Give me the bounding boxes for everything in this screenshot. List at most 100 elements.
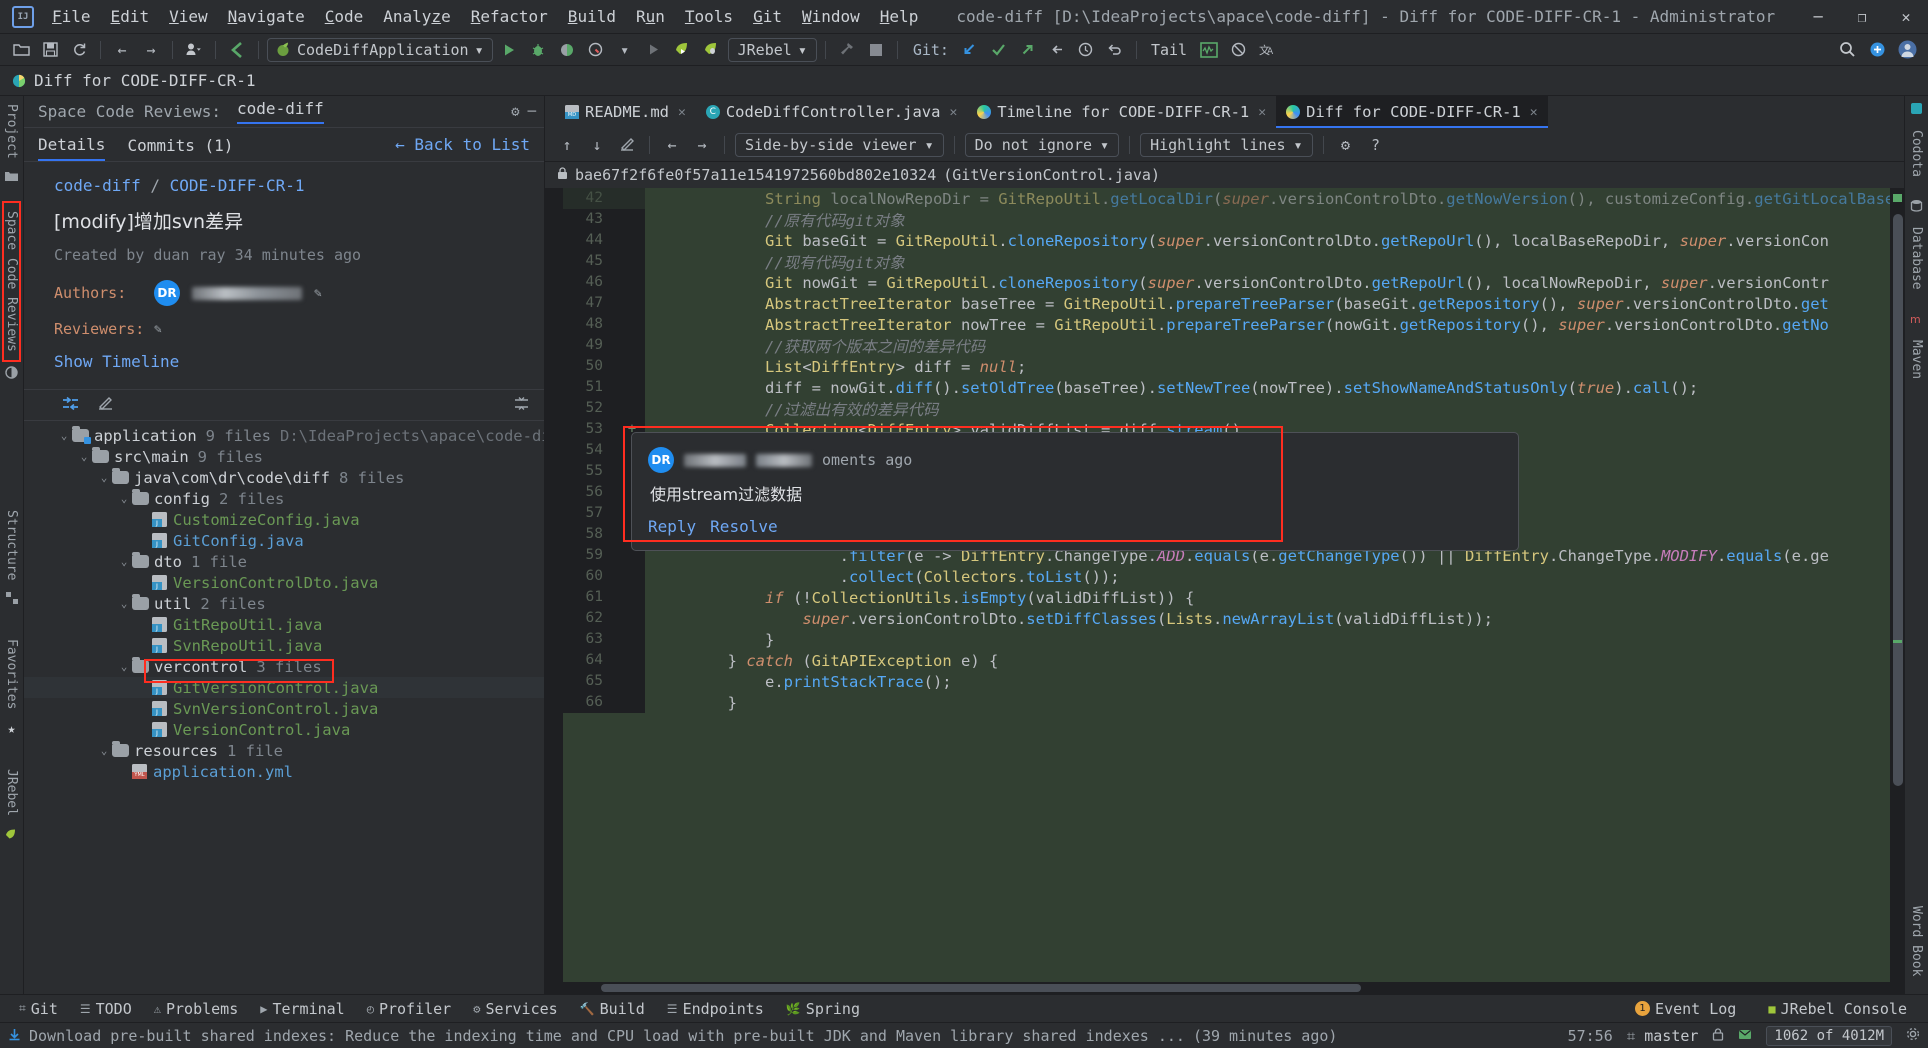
ban-icon[interactable] (1225, 38, 1251, 62)
maximize-button[interactable]: ❐ (1840, 0, 1884, 34)
status-message[interactable]: Download pre-built shared indexes: Reduc… (29, 1027, 1185, 1045)
memory-indicator[interactable]: 1062 of 4012M (1766, 1025, 1892, 1046)
gear-icon[interactable]: ⚙ (511, 104, 519, 120)
breadcrumb-project[interactable]: code-diff (54, 176, 141, 195)
menu-run[interactable]: Run (626, 3, 675, 30)
sidebar-item-favorites[interactable]: Favorites (4, 631, 19, 717)
edit-source-icon[interactable] (615, 134, 639, 156)
tool-window-problems[interactable]: ⚠ Problems (143, 997, 249, 1021)
tree-file-row[interactable]: CustomizeConfig.java (24, 509, 544, 530)
code-line[interactable]: 62 super.versionControlDto.setDiffClasse… (563, 608, 1904, 629)
tab-diff[interactable]: Diff for CODE-DIFF-CR-1 ✕ (1276, 96, 1549, 128)
tool-window-spring[interactable]: 🌿 Spring (775, 997, 871, 1021)
tool-window-build[interactable]: 🔨 Build (569, 997, 656, 1021)
tree-folder-row[interactable]: ⌄ src\main 9 files (24, 446, 544, 467)
code-line[interactable]: 48 AbstractTreeIterator nowTree = GitRep… (563, 314, 1904, 335)
help-icon[interactable]: ? (1364, 134, 1388, 156)
reply-link[interactable]: Reply (648, 517, 696, 536)
run-icon[interactable] (496, 38, 522, 62)
tab-details[interactable]: Details (38, 129, 106, 161)
chevron-down-icon[interactable]: ⌄ (116, 660, 132, 673)
sidebar-item-word-book[interactable]: Word Book (1909, 898, 1924, 984)
close-tab-icon[interactable]: ✕ (678, 105, 686, 120)
add-icon[interactable] (1864, 38, 1890, 62)
sidebar-item-codota[interactable]: Codota (1909, 122, 1924, 185)
tree-file-row[interactable]: VersionControlDto.java (24, 572, 544, 593)
debug-icon[interactable] (525, 38, 551, 62)
tree-folder-row[interactable]: ⌄ dto 1 file (24, 551, 544, 572)
code-line[interactable]: 51 diff = nowGit.diff().setOldTree(baseT… (563, 377, 1904, 398)
tree-folder-row[interactable]: ⌄ application 9 files D:\IdeaProjects\apace… (24, 425, 544, 446)
tree-file-row[interactable]: GitRepoUtil.java (24, 614, 544, 635)
chevron-down-icon[interactable]: ⌄ (96, 471, 112, 484)
close-button[interactable]: ✕ (1884, 0, 1928, 34)
code-pane[interactable]: 42 String localNowRepoDir = GitRepoUtil.… (563, 188, 1904, 982)
code-line[interactable]: 44 Git baseGit = GitRepoUtil.cloneReposi… (563, 230, 1904, 251)
code-line[interactable]: 60 .collect(Collectors.toList()); (563, 566, 1904, 587)
sidebar-item-structure[interactable]: Structure (4, 502, 19, 588)
code-line[interactable]: 50 List<DiffEntry> diff = null; (563, 356, 1904, 377)
git-rollback-icon[interactable] (1102, 38, 1128, 62)
expand-collapse-icon[interactable] (513, 396, 530, 415)
git-branch-icon[interactable] (1044, 38, 1070, 62)
run-configuration-selector[interactable]: CodeDiffApplication ▾ (267, 37, 493, 62)
git-history-icon[interactable] (1073, 38, 1099, 62)
tool-window-services[interactable]: ⚙ Services (462, 997, 568, 1021)
tool-window-event-log[interactable]: 1 Event Log (1624, 997, 1747, 1021)
open-project-icon[interactable] (8, 38, 34, 62)
menu-help[interactable]: Help (870, 3, 929, 30)
sidebar-item-jrebel[interactable]: JRebel (4, 761, 19, 824)
forward-icon[interactable]: → (138, 38, 164, 62)
collapse-all-icon[interactable] (62, 396, 79, 415)
show-timeline-link[interactable]: Show Timeline (54, 352, 528, 371)
code-line[interactable]: 64 } catch (GitAPIException e) { (563, 650, 1904, 671)
menu-code[interactable]: Code (315, 3, 374, 30)
code-line[interactable]: 61 if (!CollectionUtils.isEmpty(validDif… (563, 587, 1904, 608)
chevron-down-icon[interactable]: ⌄ (76, 450, 92, 463)
apply-right-icon[interactable]: → (690, 134, 714, 156)
sidebar-item-space-code-reviews[interactable]: Space Code Reviews (2, 200, 21, 362)
menu-window[interactable]: Window (792, 3, 870, 30)
save-all-icon[interactable] (37, 38, 63, 62)
highlight-mode-select[interactable]: Highlight lines ▾ (1140, 132, 1313, 157)
minimize-panel-icon[interactable]: ─ (528, 104, 536, 120)
bookmark-icon[interactable] (224, 38, 250, 62)
code-line[interactable]: 45 //现有代码git对象 (563, 251, 1904, 272)
close-tab-icon[interactable]: ✕ (1258, 105, 1266, 120)
minimize-button[interactable]: ─ (1796, 0, 1840, 34)
jrebel-selector[interactable]: JRebel ▾ (727, 37, 817, 62)
menu-refactor[interactable]: Refactor (461, 3, 558, 30)
tool-window-endpoints[interactable]: ☰ Endpoints (656, 997, 775, 1021)
next-difference-icon[interactable]: ↓ (585, 134, 609, 156)
chevron-down-icon[interactable]: ⌄ (116, 597, 132, 610)
profiler-icon[interactable] (583, 38, 609, 62)
viewer-mode-select[interactable]: Side-by-side viewer ▾ (735, 132, 944, 157)
tab-commits[interactable]: Commits (1) (127, 130, 233, 160)
diff-code-view[interactable]: 42 String localNowRepoDir = GitRepoUtil.… (545, 188, 1904, 982)
chevron-down-icon[interactable]: ⌄ (56, 429, 72, 442)
resolve-link[interactable]: Resolve (710, 517, 777, 536)
sidebar-item-project[interactable]: Project (4, 96, 19, 167)
tree-folder-row[interactable]: ⌄ config 2 files (24, 488, 544, 509)
tree-folder-row[interactable]: ⌄ vercontrol 3 files (24, 656, 544, 677)
notification-icon[interactable] (1738, 1027, 1752, 1045)
download-icon[interactable] (8, 1027, 21, 1045)
previous-difference-icon[interactable]: ↑ (555, 134, 579, 156)
chevron-down-icon[interactable]: ⌄ (116, 555, 132, 568)
caret-position[interactable]: 57:56 (1568, 1027, 1613, 1045)
close-tab-icon[interactable]: ✕ (949, 105, 957, 120)
sidebar-item-maven[interactable]: Maven (1909, 332, 1924, 387)
tree-file-row[interactable]: GitVersionControl.java (24, 677, 544, 698)
tail-monitor-icon[interactable] (1196, 38, 1222, 62)
tab-readme[interactable]: README.md ✕ (555, 96, 696, 128)
review-panel-project[interactable]: code-diff (237, 99, 324, 124)
tree-folder-row[interactable]: ⌄ resources 1 file (24, 740, 544, 761)
coverage-icon[interactable] (554, 38, 580, 62)
menu-build[interactable]: Build (558, 3, 626, 30)
menu-file[interactable]: File (42, 3, 101, 30)
back-icon[interactable]: ← (109, 38, 135, 62)
code-line[interactable]: 43 //原有代码git对象 (563, 209, 1904, 230)
tree-file-row[interactable]: VersionControl.java (24, 719, 544, 740)
tool-window-profiler[interactable]: ◴ Profiler (356, 997, 462, 1021)
code-line[interactable]: 49 //获取两个版本之间的差异代码 (563, 335, 1904, 356)
